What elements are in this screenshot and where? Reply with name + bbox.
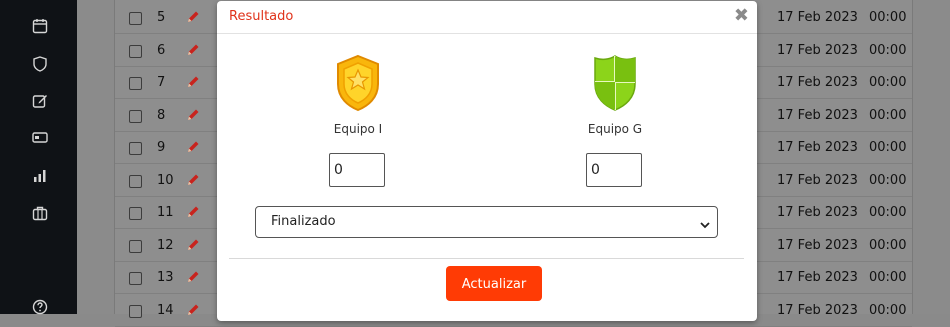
- row-date: 17 Feb 2023: [777, 107, 858, 123]
- pencil-icon[interactable]: [186, 302, 200, 316]
- row-checkbox[interactable]: [129, 77, 142, 90]
- edit-icon[interactable]: [31, 92, 49, 110]
- row-checkbox[interactable]: [129, 239, 142, 253]
- row-number: 8: [157, 107, 166, 123]
- pencil-icon[interactable]: [186, 204, 200, 218]
- row-date: 17 Feb 2023: [777, 205, 858, 220]
- row-checkbox[interactable]: [129, 174, 142, 188]
- row-date: 17 Feb 2023: [777, 302, 858, 318]
- row-number: 11: [157, 205, 174, 220]
- row-time: 00:00: [869, 42, 907, 58]
- pencil-icon[interactable]: [186, 74, 200, 88]
- row-checkbox[interactable]: [129, 207, 142, 220]
- row-number: 14: [157, 302, 174, 318]
- row-number: 12: [157, 237, 174, 253]
- modal-title: Resultado: [229, 9, 294, 24]
- pencil-icon[interactable]: [186, 139, 200, 153]
- row-date: 17 Feb 2023: [777, 75, 858, 90]
- status-select-value: Finalizado: [271, 214, 336, 229]
- home-score-input[interactable]: [329, 153, 385, 187]
- row-time: 00:00: [869, 237, 907, 253]
- row-time: 00:00: [869, 10, 907, 25]
- row-checkbox[interactable]: [129, 304, 142, 318]
- bar-chart-icon[interactable]: [31, 167, 49, 185]
- row-time: 00:00: [869, 270, 907, 285]
- ticket-icon[interactable]: [31, 128, 49, 146]
- row-number: 6: [157, 42, 166, 58]
- row-checkbox[interactable]: [129, 272, 142, 285]
- row-time: 00:00: [869, 75, 907, 90]
- row-date: 17 Feb 2023: [777, 10, 858, 25]
- help-icon[interactable]: [31, 298, 49, 316]
- row-time: 00:00: [869, 140, 907, 155]
- chevron-down-icon: [699, 216, 711, 229]
- row-number: 7: [157, 75, 166, 90]
- row-number: 10: [157, 172, 174, 188]
- row-date: 17 Feb 2023: [777, 237, 858, 253]
- row-number: 9: [157, 140, 166, 155]
- home-team-name: Equipo I: [333, 122, 383, 136]
- row-time: 00:00: [869, 107, 907, 123]
- briefcase-icon[interactable]: [31, 204, 49, 222]
- away-score-input[interactable]: [586, 153, 642, 187]
- row-checkbox[interactable]: [129, 44, 142, 58]
- close-icon[interactable]: ✖: [734, 5, 749, 26]
- modal-divider: [229, 258, 744, 259]
- pencil-icon[interactable]: [186, 107, 200, 121]
- status-select[interactable]: Finalizado: [255, 206, 718, 238]
- calendar-icon[interactable]: [31, 17, 49, 35]
- row-date: 17 Feb 2023: [777, 270, 858, 285]
- row-date: 17 Feb 2023: [777, 140, 858, 155]
- sidebar: [0, 0, 77, 316]
- home-team-shield-icon: [334, 54, 382, 112]
- row-date: 17 Feb 2023: [777, 42, 858, 58]
- modal-header: Resultado ✖: [217, 1, 757, 34]
- row-checkbox[interactable]: [129, 142, 142, 155]
- row-date: 17 Feb 2023: [777, 172, 858, 188]
- pencil-icon[interactable]: [186, 269, 200, 283]
- update-button[interactable]: Actualizar: [446, 266, 542, 301]
- result-modal: Resultado ✖ Equipo I Equipo G Finalizado…: [217, 1, 757, 321]
- away-team-shield-icon: [591, 54, 639, 112]
- row-number: 13: [157, 270, 174, 285]
- pencil-icon[interactable]: [186, 42, 200, 56]
- row-checkbox[interactable]: [129, 109, 142, 123]
- row-time: 00:00: [869, 205, 907, 220]
- row-checkbox[interactable]: [129, 12, 142, 25]
- row-time: 00:00: [869, 302, 907, 318]
- row-time: 00:00: [869, 172, 907, 188]
- away-team-name: Equipo G: [587, 122, 643, 136]
- row-number: 5: [157, 10, 166, 25]
- shield-icon[interactable]: [31, 55, 49, 73]
- pencil-icon[interactable]: [186, 172, 200, 186]
- pencil-icon[interactable]: [186, 237, 200, 251]
- pencil-icon[interactable]: [186, 9, 200, 23]
